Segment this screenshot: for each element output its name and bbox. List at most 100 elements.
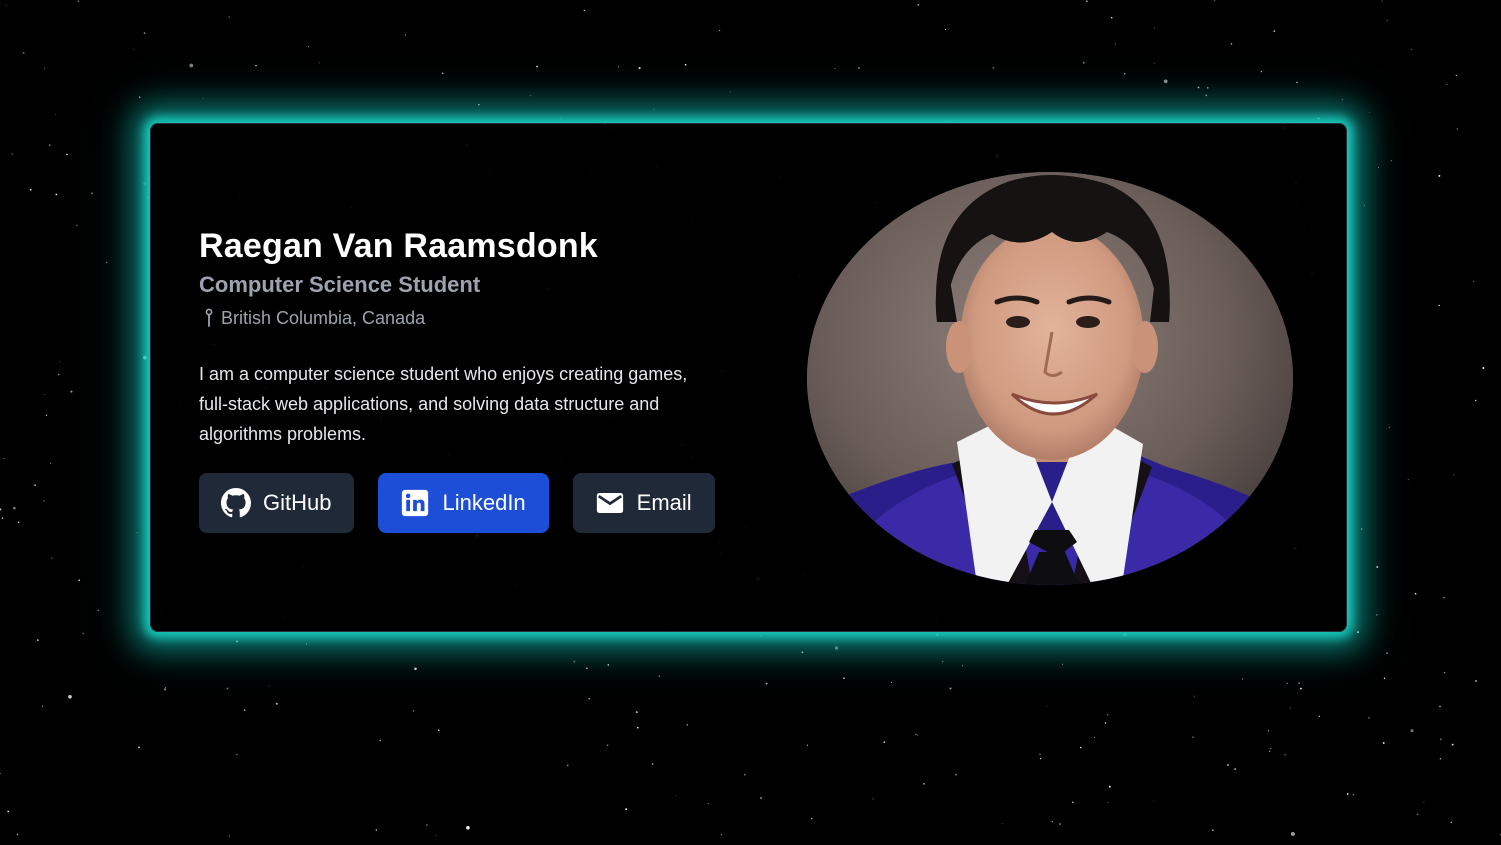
star: [1456, 128, 1458, 130]
star: [305, 643, 307, 645]
star: [1205, 94, 1208, 97]
star: [955, 773, 957, 776]
star: [915, 733, 917, 736]
star: [684, 63, 687, 66]
star: [1341, 99, 1343, 100]
star: [1482, 367, 1485, 369]
star: [686, 724, 688, 726]
email-button[interactable]: Email: [572, 473, 715, 533]
star: [1072, 801, 1074, 803]
star: [1369, 111, 1371, 113]
star: [1040, 758, 1042, 760]
profile-photo: [807, 172, 1293, 585]
star: [308, 46, 310, 48]
star: [1163, 79, 1168, 84]
star: [1114, 43, 1117, 45]
star: [1388, 426, 1390, 428]
star: [1267, 730, 1270, 732]
star: [801, 651, 804, 654]
star: [1455, 74, 1457, 77]
star: [466, 825, 470, 830]
star: [588, 698, 590, 700]
star: [51, 557, 53, 559]
star: [43, 500, 45, 502]
star: [435, 835, 437, 837]
star: [1375, 614, 1378, 616]
star: [1318, 715, 1320, 717]
star: [16, 833, 19, 836]
star: [936, 633, 939, 636]
star: [617, 66, 620, 68]
star: [55, 113, 57, 115]
location-text: British Columbia, Canada: [221, 308, 426, 328]
star: [1082, 61, 1085, 64]
star: [1002, 823, 1004, 825]
star: [1051, 821, 1053, 823]
star: [1230, 43, 1233, 45]
star: [3, 458, 5, 459]
star: [1079, 746, 1082, 749]
star: [236, 640, 238, 643]
star: [1154, 27, 1156, 29]
star: [58, 361, 60, 363]
mail-icon: [595, 488, 625, 518]
star: [426, 824, 428, 826]
star: [226, 687, 229, 690]
star: [202, 97, 204, 99]
star: [1207, 87, 1209, 89]
star: [1234, 768, 1236, 770]
star: [651, 763, 654, 765]
star: [1438, 304, 1440, 307]
star: [872, 798, 874, 800]
star: [17, 521, 20, 524]
star: [1284, 754, 1286, 756]
star: [760, 797, 762, 799]
profile-location: British Columbia, Canada: [199, 305, 759, 331]
profile-name: Raegan Van Raamsdonk: [199, 227, 598, 265]
star: [0, 772, 1, 774]
github-button[interactable]: GitHub: [199, 473, 355, 533]
star: [379, 739, 382, 742]
star: [29, 188, 32, 191]
star: [1390, 160, 1393, 162]
star: [1269, 750, 1271, 752]
star: [12, 506, 16, 510]
star: [566, 764, 569, 767]
star: [1290, 831, 1295, 836]
star: [658, 675, 660, 677]
star: [97, 609, 99, 611]
star: [1438, 174, 1441, 177]
star: [743, 773, 746, 776]
star: [811, 817, 813, 820]
star: [68, 694, 72, 699]
star: [1296, 81, 1298, 84]
star: [163, 688, 166, 691]
star: [22, 52, 25, 54]
star: [318, 62, 320, 64]
star: [536, 65, 538, 68]
star: [1227, 764, 1229, 766]
star: [720, 834, 723, 836]
star: [1059, 823, 1061, 825]
star: [1193, 695, 1195, 697]
star: [961, 665, 964, 667]
star: [34, 484, 36, 486]
star: [858, 67, 860, 69]
star: [573, 660, 576, 663]
linkedin-button[interactable]: LinkedIn: [378, 473, 549, 533]
star: [70, 390, 73, 393]
star: [675, 795, 677, 796]
star: [759, 635, 762, 637]
star: [55, 193, 58, 196]
location-pin-icon: [201, 308, 217, 328]
star: [136, 532, 138, 534]
star: [730, 91, 732, 93]
star: [90, 192, 93, 195]
profile-bio: I am a computer science student who enjo…: [199, 364, 688, 444]
star: [438, 729, 440, 732]
star: [1214, 0, 1216, 1]
star: [529, 95, 531, 97]
star: [414, 667, 417, 671]
star: [66, 153, 68, 156]
star: [1260, 70, 1263, 73]
